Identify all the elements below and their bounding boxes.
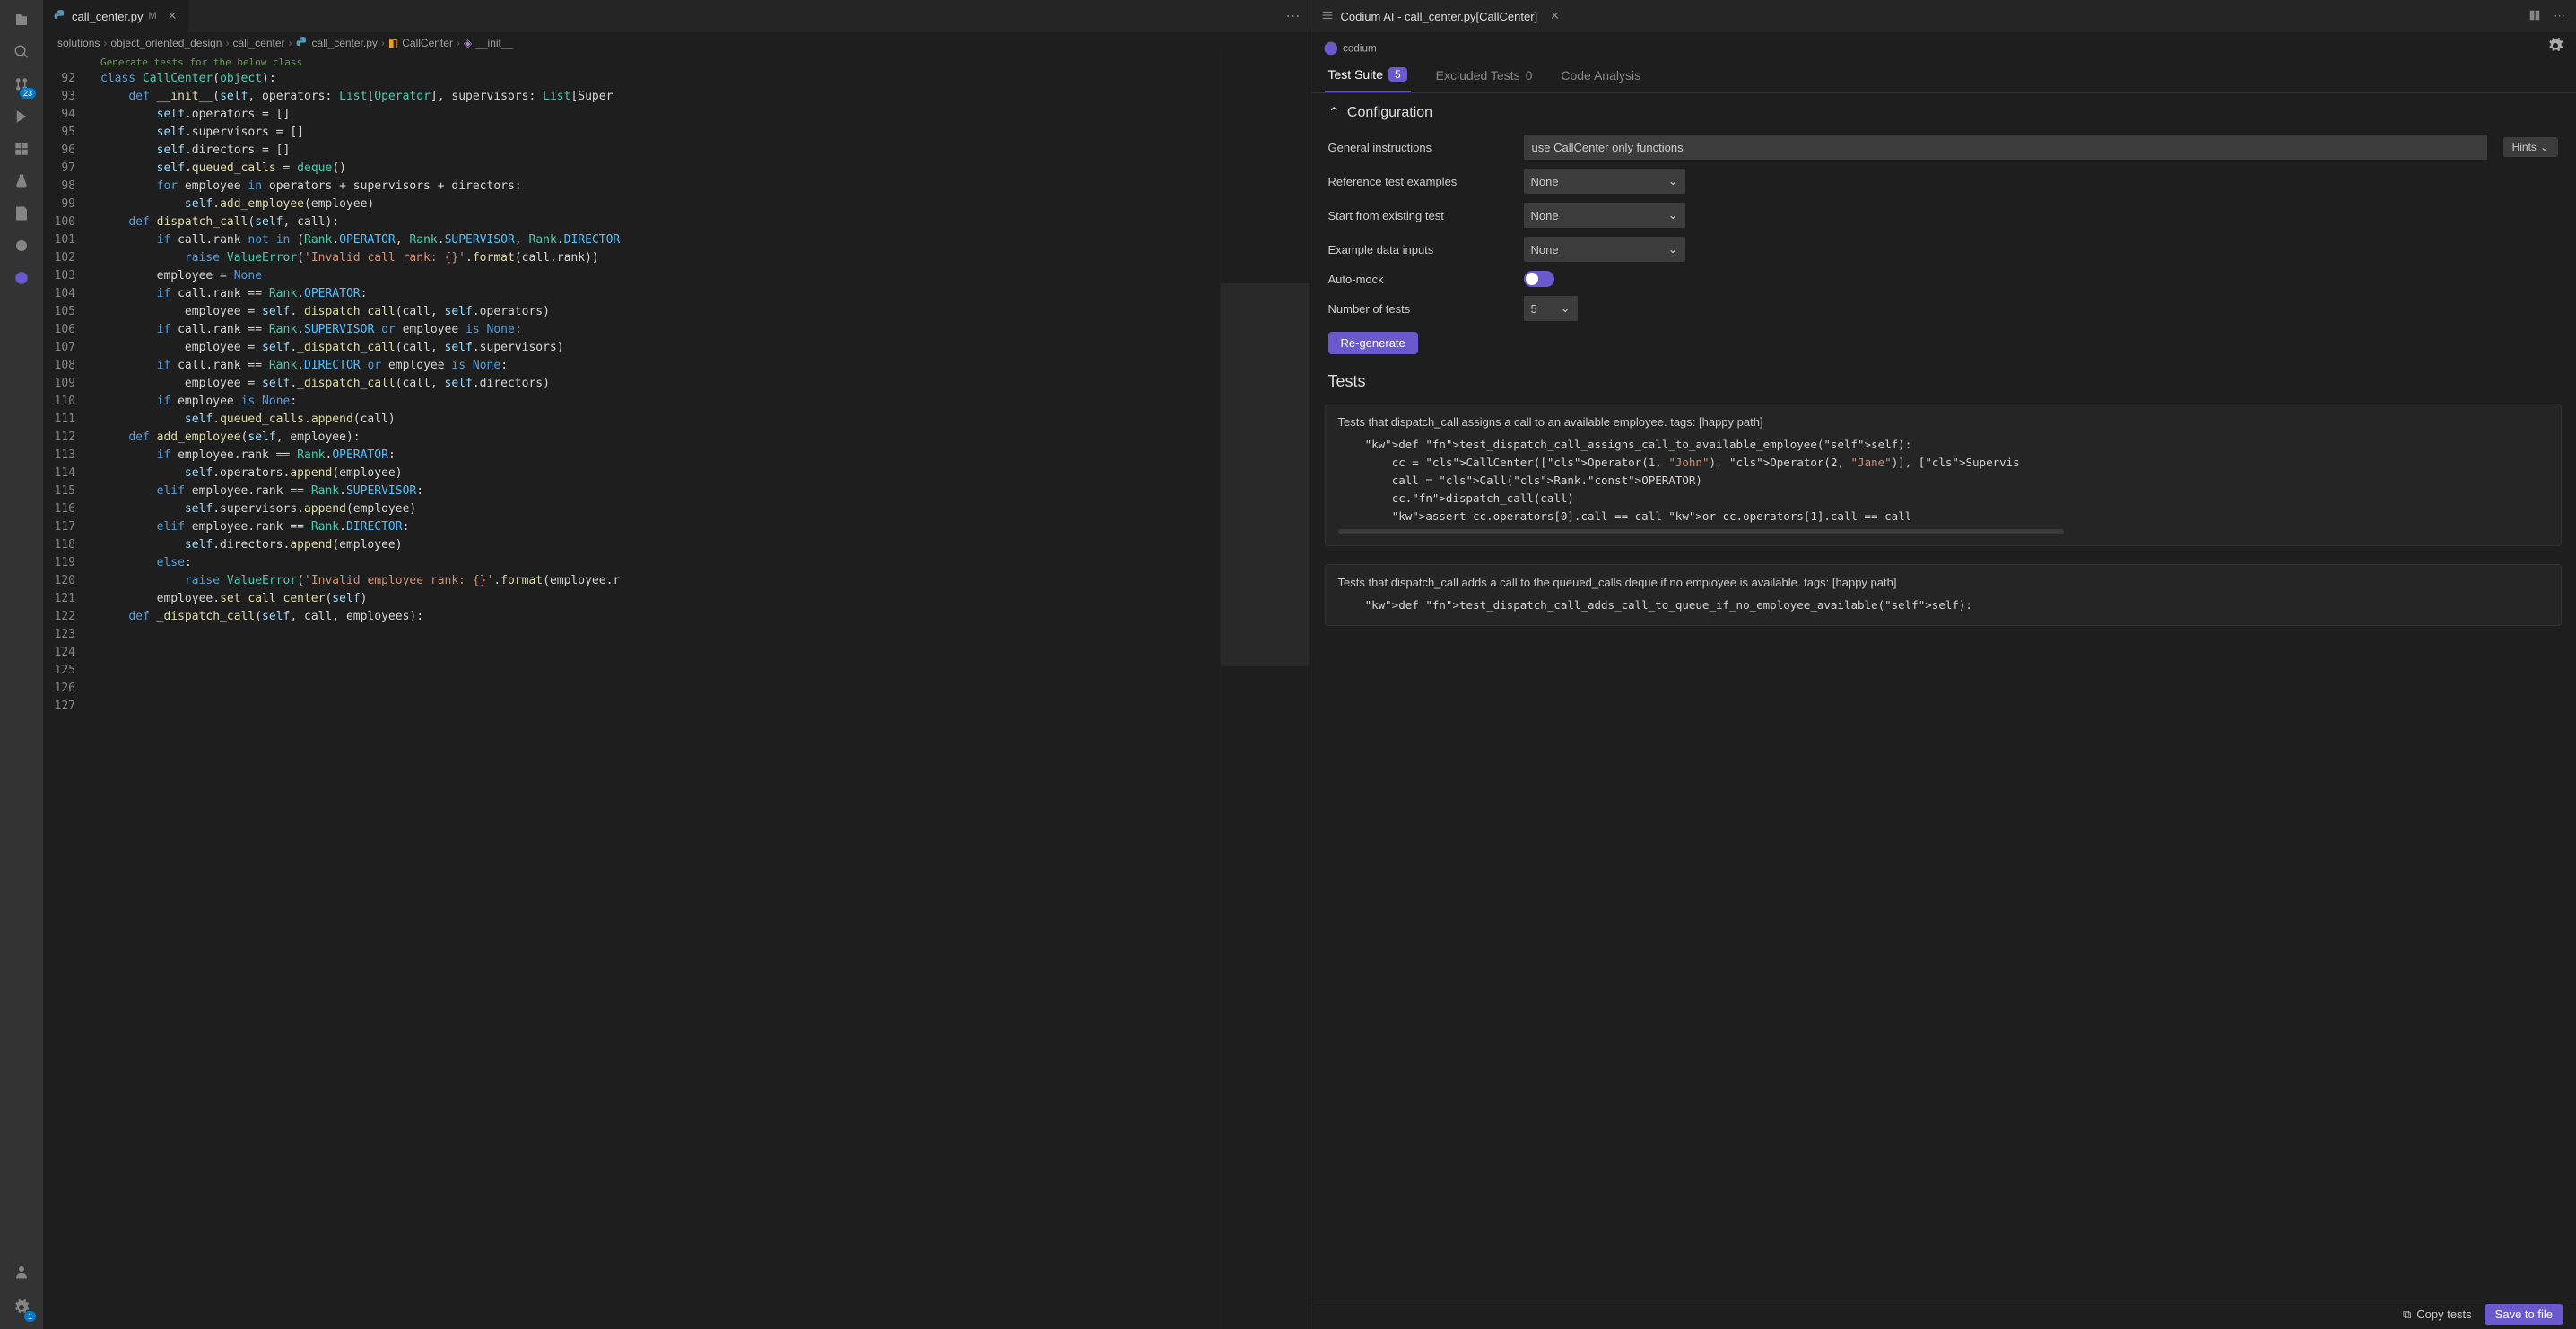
test-card: Tests that dispatch_call assigns a call … [1325, 404, 2563, 546]
label-start-existing: Start from existing test [1328, 209, 1508, 222]
test-card: Tests that dispatch_call adds a call to … [1325, 564, 2563, 626]
method-icon: ◈ [464, 37, 472, 49]
label-example-inputs: Example data inputs [1328, 243, 1508, 256]
chevron-down-icon: ⌄ [1668, 208, 1678, 222]
test-code[interactable]: "kw">def "fn">test_dispatch_call_assigns… [1338, 436, 2549, 526]
test-description: Tests that dispatch_call adds a call to … [1338, 576, 2549, 589]
example-inputs-select[interactable]: None ⌄ [1524, 237, 1685, 262]
codium-icon[interactable] [9, 265, 34, 291]
copy-icon: ⧉ [2403, 1307, 2411, 1322]
minimap[interactable] [1220, 54, 1310, 1329]
auto-mock-toggle[interactable] [1524, 271, 1554, 287]
testing-icon[interactable] [9, 169, 34, 194]
tab-excluded[interactable]: Excluded Tests 0 [1432, 58, 1536, 92]
codium-panel: Codium AI - call_center.py[CallCenter] ✕… [1310, 0, 2576, 1329]
label-num-tests: Number of tests [1328, 302, 1508, 316]
breadcrumb[interactable]: call_center [232, 37, 284, 49]
svg-text:codium: codium [1343, 42, 1377, 54]
chevron-down-icon: ⌄ [2540, 141, 2549, 153]
editor-pane: call_center.py M ✕ ⋯ solutions› object_o… [43, 0, 1310, 1329]
python-file-icon [296, 36, 309, 51]
chevron-down-icon: ⌄ [1561, 301, 1571, 316]
breadcrumb[interactable]: call_center.py [312, 37, 378, 49]
panel-tab-bar: Codium AI - call_center.py[CallCenter] ✕… [1310, 0, 2576, 32]
breadcrumb-bar: solutions› object_oriented_design› call_… [43, 32, 1310, 54]
panel-tabs: Test Suite 5 Excluded Tests 0 Code Analy… [1310, 58, 2576, 93]
code-editor[interactable]: 9293949596979899100101102103104105106107… [43, 54, 1310, 1329]
chevron-down-icon: ⌄ [1668, 174, 1678, 188]
general-instructions-input[interactable] [1524, 135, 2487, 160]
copilot-icon[interactable] [9, 233, 34, 258]
list-icon [1321, 9, 1334, 24]
label-auto-mock: Auto-mock [1328, 273, 1508, 286]
account-icon[interactable] [9, 1259, 34, 1284]
settings-badge: 1 [24, 1311, 36, 1322]
tab-filename: call_center.py [72, 10, 144, 23]
tab-test-suite[interactable]: Test Suite 5 [1325, 58, 1411, 92]
chevron-down-icon: ⌄ [1668, 242, 1678, 256]
activity-bar: 23 1 [0, 0, 43, 1329]
minimap-viewport[interactable] [1221, 283, 1310, 666]
tab-close-icon[interactable]: ✕ [168, 9, 178, 23]
tests-heading: Tests [1310, 365, 2576, 395]
reference-examples-select[interactable]: None ⌄ [1524, 169, 1685, 194]
test-code[interactable]: "kw">def "fn">test_dispatch_call_adds_ca… [1338, 596, 2549, 614]
split-editor-icon[interactable] [2528, 9, 2541, 24]
editor-tab-bar: call_center.py M ✕ ⋯ [43, 0, 1310, 32]
tab-modified-marker: M [149, 11, 157, 22]
chevron-down-icon: ⌃ [1328, 104, 1340, 122]
suite-count-pill: 5 [1388, 67, 1407, 82]
explorer-icon[interactable] [9, 7, 34, 32]
horizontal-scrollbar[interactable] [1338, 529, 2065, 534]
editor-tab[interactable]: call_center.py M ✕ [43, 0, 189, 32]
excluded-count: 0 [1526, 68, 1533, 83]
settings-icon[interactable]: 1 [9, 1295, 34, 1320]
breadcrumb[interactable]: CallCenter [402, 37, 453, 49]
extensions-icon[interactable] [9, 136, 34, 161]
configuration-section: ⌃ Configuration General instructions Hin… [1310, 93, 2576, 365]
docs-icon[interactable] [9, 201, 34, 226]
config-heading[interactable]: ⌃ Configuration [1328, 104, 2559, 122]
line-gutter: 9293949596979899100101102103104105106107… [43, 54, 86, 1329]
save-to-file-button[interactable]: Save to file [2485, 1304, 2563, 1325]
python-file-icon [54, 9, 66, 24]
label-general-instructions: General instructions [1328, 141, 1508, 154]
start-existing-select[interactable]: None ⌄ [1524, 203, 1685, 228]
label-reference-examples: Reference test examples [1328, 175, 1508, 188]
search-icon[interactable] [9, 39, 34, 65]
class-icon: ◧ [388, 37, 398, 49]
hints-button[interactable]: Hints ⌄ [2503, 137, 2558, 157]
regenerate-button[interactable]: Re-generate [1328, 332, 1418, 354]
more-icon[interactable]: ⋯ [1286, 7, 1301, 25]
breadcrumb[interactable]: __init__ [475, 37, 513, 49]
breadcrumb[interactable]: object_oriented_design [110, 37, 222, 49]
panel-bottom-actions: ⧉ Copy tests Save to file [1310, 1299, 2576, 1329]
source-control-icon[interactable]: 23 [9, 72, 34, 97]
breadcrumb[interactable]: solutions [57, 37, 100, 49]
run-debug-icon[interactable] [9, 104, 34, 129]
scm-badge: 23 [20, 88, 36, 99]
panel-title: Codium AI - call_center.py[CallCenter] [1341, 10, 1538, 23]
num-tests-select[interactable]: 5 ⌄ [1524, 296, 1578, 321]
copy-tests-button[interactable]: ⧉ Copy tests [2403, 1307, 2472, 1322]
test-description: Tests that dispatch_call assigns a call … [1338, 415, 2549, 429]
panel-close-icon[interactable]: ✕ [1550, 9, 1560, 23]
more-icon[interactable]: ⋯ [2554, 9, 2565, 24]
code-content[interactable]: Generate tests for the below classclass … [86, 54, 1220, 1329]
tab-analysis[interactable]: Code Analysis [1557, 58, 1644, 92]
panel-settings-icon[interactable] [2547, 38, 2563, 58]
